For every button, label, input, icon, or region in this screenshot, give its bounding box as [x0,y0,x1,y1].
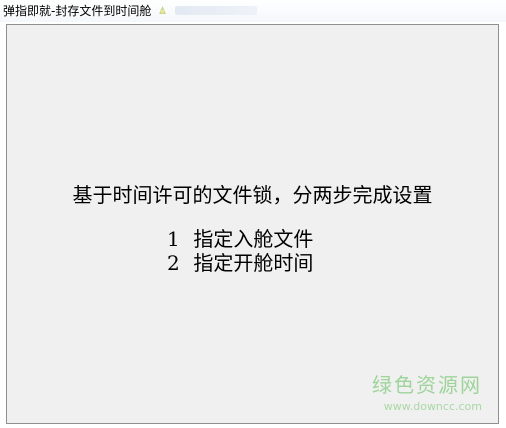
title-bar-blurred-text [175,6,257,15]
app-icon [159,6,166,14]
watermark-url: www.downcc.com [383,400,482,413]
step-1[interactable]: 1 指定入舱文件 [167,227,313,251]
window-title: 弹指即就-封存文件到时间舱 [3,4,152,18]
step-number: 2 [167,251,180,275]
main-panel: 基于时间许可的文件锁，分两步完成设置 1 指定入舱文件 2 指定开舱时间 绿色资… [6,24,499,424]
watermark-brand: 绿色资源网 [372,373,482,397]
step-number: 1 [167,227,180,251]
watermark: 绿色资源网 www.downcc.com [372,369,482,413]
steps-list: 1 指定入舱文件 2 指定开舱时间 [167,227,313,275]
step-2[interactable]: 2 指定开舱时间 [167,251,313,275]
step-label: 指定入舱文件 [193,227,314,251]
title-bar[interactable]: 弹指即就-封存文件到时间舱 [0,0,506,22]
step-label: 指定开舱时间 [193,251,314,275]
instruction-heading: 基于时间许可的文件锁，分两步完成设置 [72,183,433,207]
